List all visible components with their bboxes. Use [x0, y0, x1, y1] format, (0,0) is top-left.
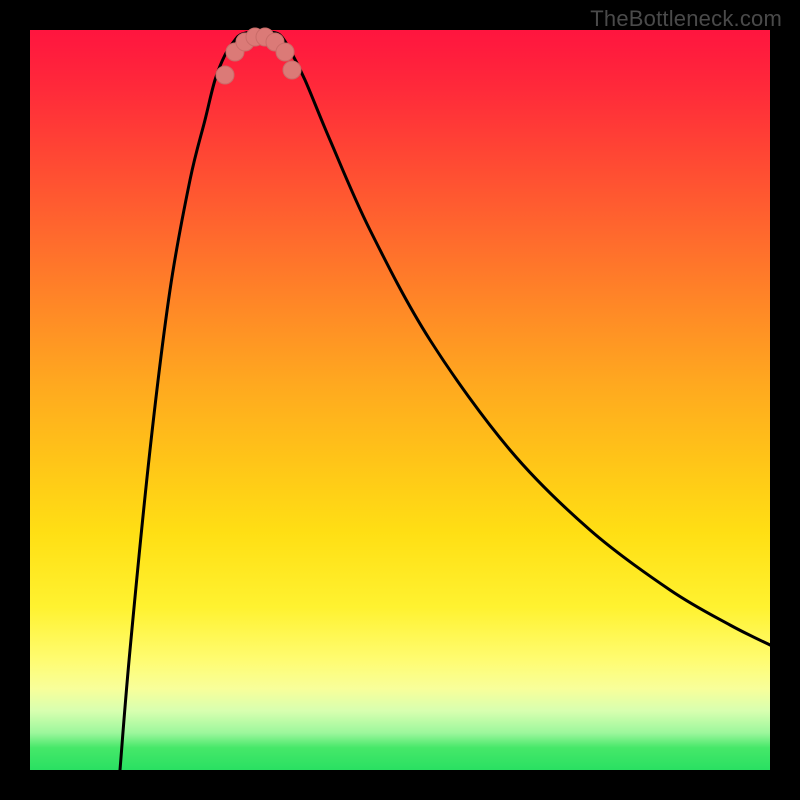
marker-cluster [216, 28, 301, 84]
bottleneck-curve [120, 31, 770, 770]
watermark-text: TheBottleneck.com [590, 6, 782, 32]
curve-layer [30, 30, 770, 770]
data-marker [283, 61, 301, 79]
chart-frame: TheBottleneck.com [0, 0, 800, 800]
data-marker [276, 43, 294, 61]
data-marker [216, 66, 234, 84]
plot-area [30, 30, 770, 770]
curve-path [120, 31, 770, 770]
